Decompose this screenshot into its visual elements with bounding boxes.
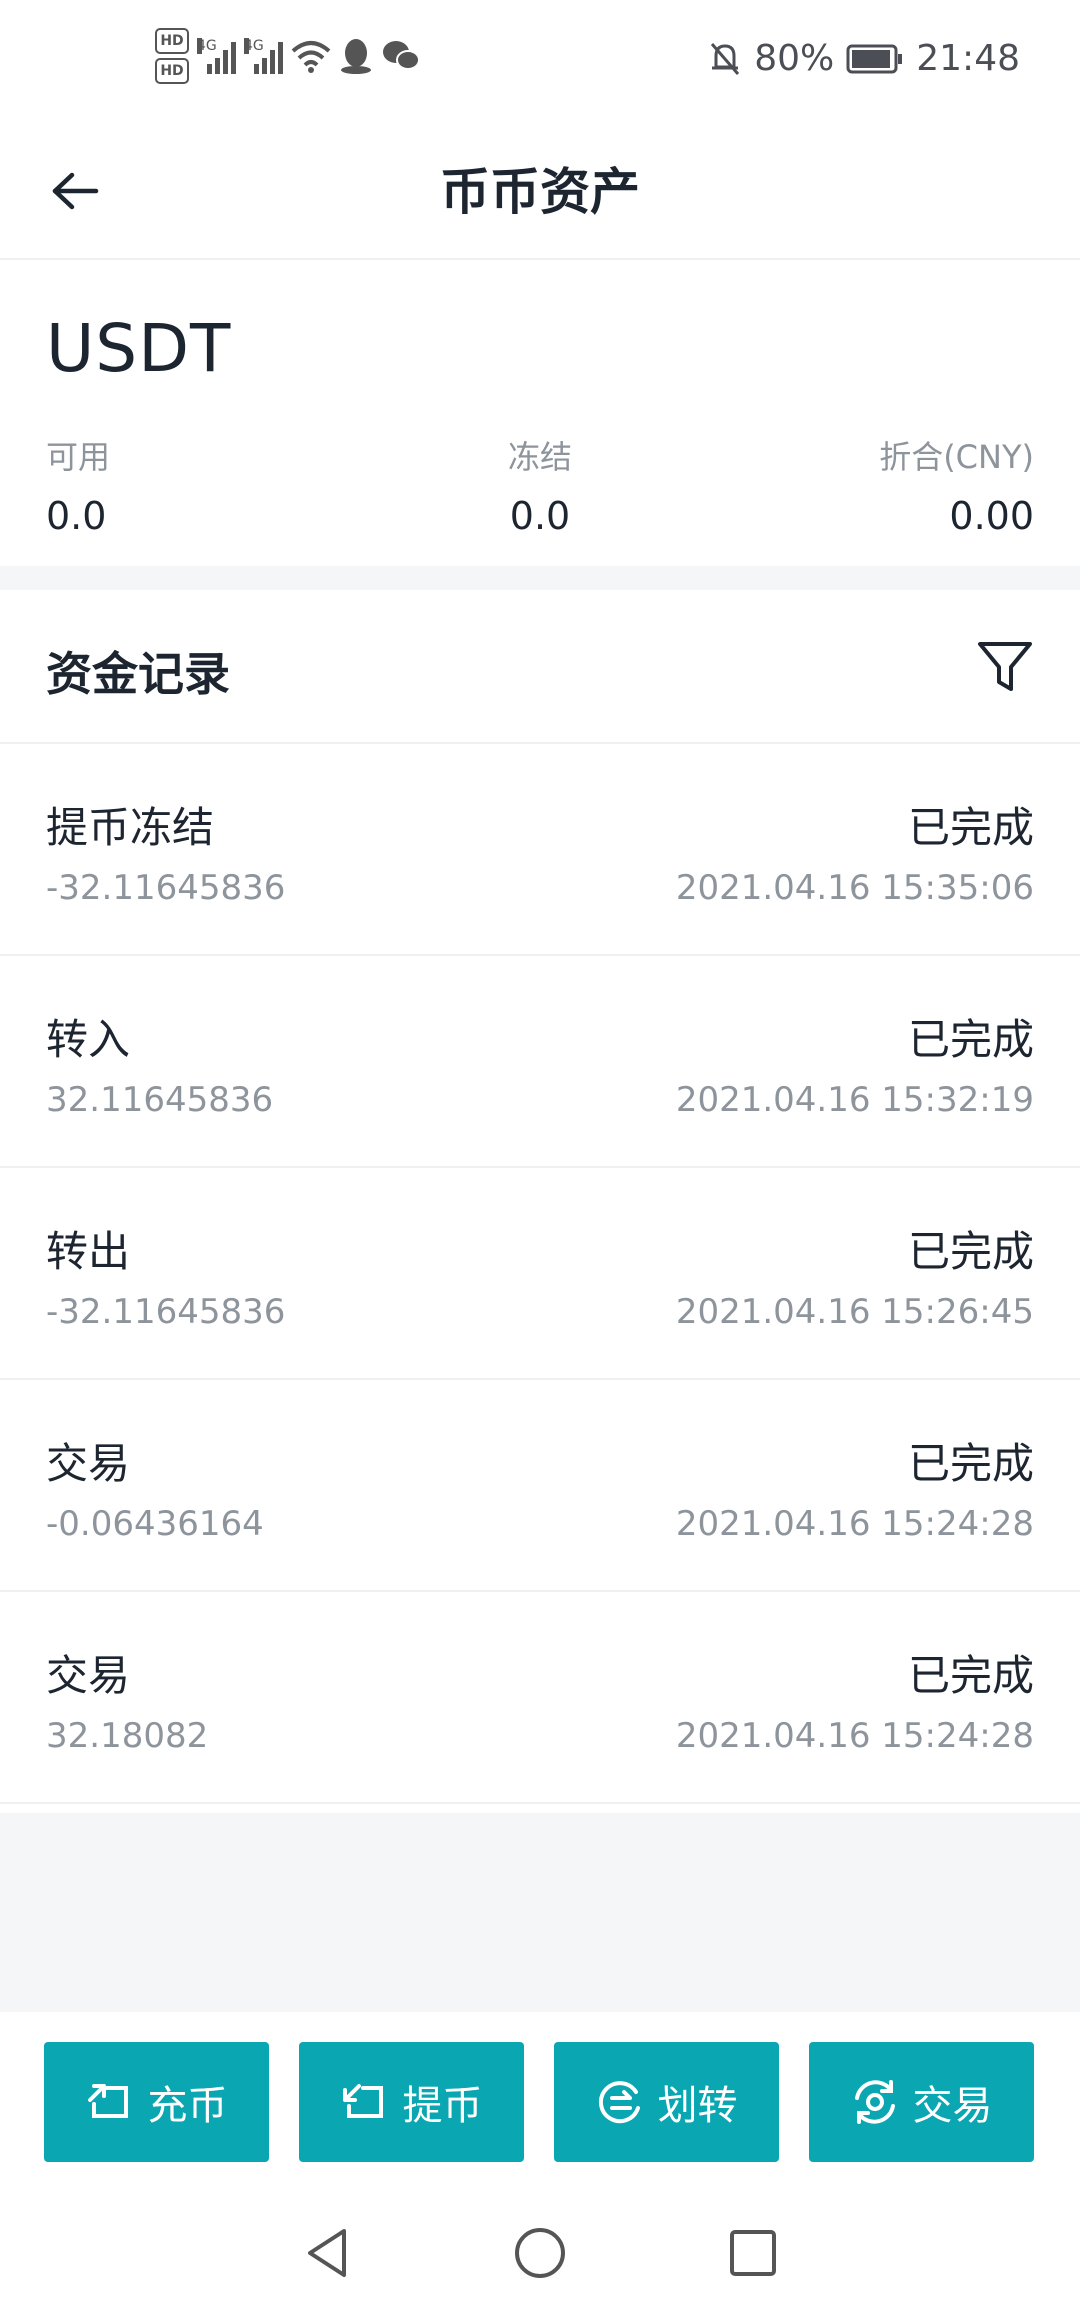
qq-icon (341, 39, 371, 74)
record-amount: -32.11645836 (46, 1292, 286, 1332)
status-bar: HD HD 4G 4G 80% 21:48 (0, 0, 1080, 126)
record-amount: -32.11645836 (46, 868, 286, 908)
back-button[interactable] (40, 156, 110, 226)
status-left-icons: HD HD 4G 4G (155, 28, 421, 84)
arrow-left-icon (52, 172, 99, 210)
transfer-button[interactable]: 划转 (554, 2042, 779, 2162)
trade-label: 交易 (912, 2083, 993, 2129)
deposit-icon (87, 2084, 128, 2118)
frozen-value: 0.0 (509, 494, 571, 538)
fund-records: 资金记录 提币冻结 已完成 -32.11645836 2021.04.16 15… (0, 590, 1080, 1813)
deposit-label: 充币 (147, 2083, 228, 2129)
available-metric: 可用 0.0 (46, 432, 110, 538)
trade-button[interactable]: 交易 (809, 2042, 1034, 2162)
trade-icon (854, 2080, 895, 2124)
record-status: 已完成 (907, 1015, 1034, 1064)
status-right-icons: 80% 21:48 (708, 38, 1020, 79)
record-amount: 32.18082 (46, 1716, 209, 1756)
hd2-icon: HD (155, 58, 189, 84)
battery-icon (846, 44, 903, 73)
system-navigation (0, 2208, 1080, 2298)
withdraw-label: 提币 (402, 2083, 483, 2129)
asset-name: USDT (46, 310, 232, 387)
wechat-icon (383, 41, 420, 70)
wifi-icon (291, 41, 331, 73)
record-amount: 32.11645836 (46, 1080, 274, 1120)
battery-percent: 80% (754, 38, 835, 79)
record-status: 已完成 (907, 1227, 1034, 1276)
record-type: 转入 (46, 1015, 131, 1064)
record-status: 已完成 (907, 1439, 1034, 1488)
record-time: 2021.04.16 15:35:06 (675, 868, 1034, 908)
cny-label: 折合(CNY) (879, 438, 1034, 476)
signal-2-icon: 4G (244, 38, 283, 74)
record-time: 2021.04.16 15:32:19 (675, 1080, 1034, 1120)
frozen-label: 冻结 (507, 438, 572, 476)
action-buttons: 充币 提币 划转 交易 (44, 2042, 1034, 2162)
network-type-1: 4G (197, 38, 217, 54)
hd-indicator: HD HD (155, 28, 189, 84)
bottom-action-bar: 充币 提币 划转 交易 (0, 2012, 1080, 2310)
record-row[interactable]: 提币冻结 已完成 -32.11645836 2021.04.16 15:35:0… (0, 744, 1080, 956)
cny-metric: 折合(CNY) 0.00 (879, 432, 1034, 538)
record-type: 转出 (46, 1227, 131, 1276)
filter-button[interactable] (970, 632, 1040, 702)
asset-summary: USDT 可用 0.0 冻结 0.0 折合(CNY) 0.00 (0, 260, 1080, 566)
available-value: 0.0 (46, 494, 107, 538)
record-type: 提币冻结 (46, 803, 215, 852)
transfer-icon (598, 2081, 640, 2124)
frozen-metric: 冻结 0.0 (440, 432, 640, 538)
nav-back-icon[interactable] (302, 2225, 352, 2281)
records-header: 资金记录 (0, 590, 1080, 744)
deposit-button[interactable]: 充币 (44, 2042, 269, 2162)
record-type: 交易 (46, 1439, 131, 1488)
record-type: 交易 (46, 1651, 131, 1700)
nav-home-icon[interactable] (512, 2225, 568, 2281)
record-time: 2021.04.16 15:26:45 (675, 1292, 1034, 1332)
record-row[interactable]: 交易 已完成 -0.06436164 2021.04.16 15:24:28 (0, 1380, 1080, 1592)
signal-1-icon: 4G (197, 38, 236, 74)
record-time: 2021.04.16 15:24:28 (675, 1716, 1034, 1756)
network-type-2: 4G (244, 38, 264, 54)
transfer-label: 划转 (657, 2083, 738, 2129)
page-title: 币币资产 (440, 163, 640, 221)
records-title: 资金记录 (46, 647, 230, 701)
record-amount: -0.06436164 (46, 1504, 264, 1544)
clock: 21:48 (916, 38, 1020, 79)
nav-bar: 币币资产 (0, 126, 1080, 260)
withdraw-button[interactable]: 提币 (299, 2042, 524, 2162)
record-time: 2021.04.16 15:24:28 (675, 1504, 1034, 1544)
withdraw-icon (342, 2084, 383, 2118)
hd1-icon: HD (155, 28, 189, 54)
record-status: 已完成 (907, 803, 1034, 852)
record-row[interactable]: 转出 已完成 -32.11645836 2021.04.16 15:26:45 (0, 1168, 1080, 1380)
record-row[interactable]: 转入 已完成 32.11645836 2021.04.16 15:32:19 (0, 956, 1080, 1168)
record-status: 已完成 (907, 1651, 1034, 1700)
filter-icon (978, 642, 1032, 691)
nav-recents-icon[interactable] (728, 2228, 778, 2278)
cny-value: 0.00 (949, 494, 1034, 538)
mute-bell-icon (711, 42, 740, 75)
record-row[interactable]: 交易 已完成 32.18082 2021.04.16 15:24:28 (0, 1592, 1080, 1804)
available-label: 可用 (46, 438, 111, 476)
